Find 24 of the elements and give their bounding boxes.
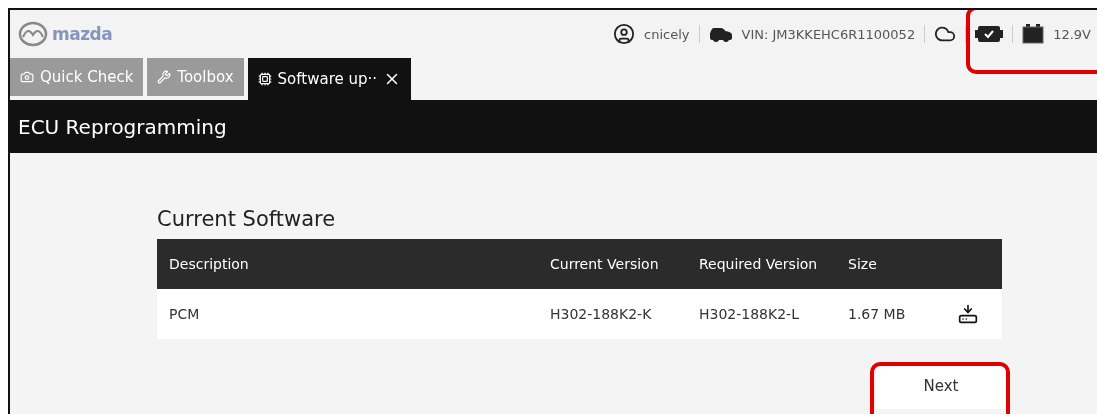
device-check-icon xyxy=(975,25,1004,43)
logo-text: mazda xyxy=(52,24,113,44)
voltage-text: 12.9V xyxy=(1053,26,1091,42)
next-button[interactable]: Next xyxy=(876,363,1006,409)
chip-icon xyxy=(257,72,272,86)
table-cell-text: PCM xyxy=(169,306,201,322)
column-header: Required Version xyxy=(699,256,819,272)
logo-icon xyxy=(18,21,48,47)
download-icon[interactable] xyxy=(958,304,978,324)
vin-text: VIN: JM3KKEHC6R1100052 xyxy=(741,26,916,42)
table-cell-text: 1.67 MB xyxy=(848,306,907,322)
section-title: Current Software xyxy=(157,207,337,231)
battery-icon xyxy=(1022,24,1045,44)
table-cell-text: H302-188K2-L xyxy=(699,306,800,322)
page-title: ECU Reprogramming xyxy=(10,100,1097,153)
column-header: Current Version xyxy=(550,256,660,272)
wrench-icon xyxy=(157,70,172,84)
camera-icon xyxy=(20,70,34,84)
column-header: Size xyxy=(848,256,878,272)
username: cnicely xyxy=(644,26,690,42)
column-header: Description xyxy=(169,256,250,272)
table-cell-text: H302-188K2-K xyxy=(550,306,653,322)
tab[interactable]: Software up·· xyxy=(247,58,412,100)
user-icon xyxy=(613,23,636,45)
